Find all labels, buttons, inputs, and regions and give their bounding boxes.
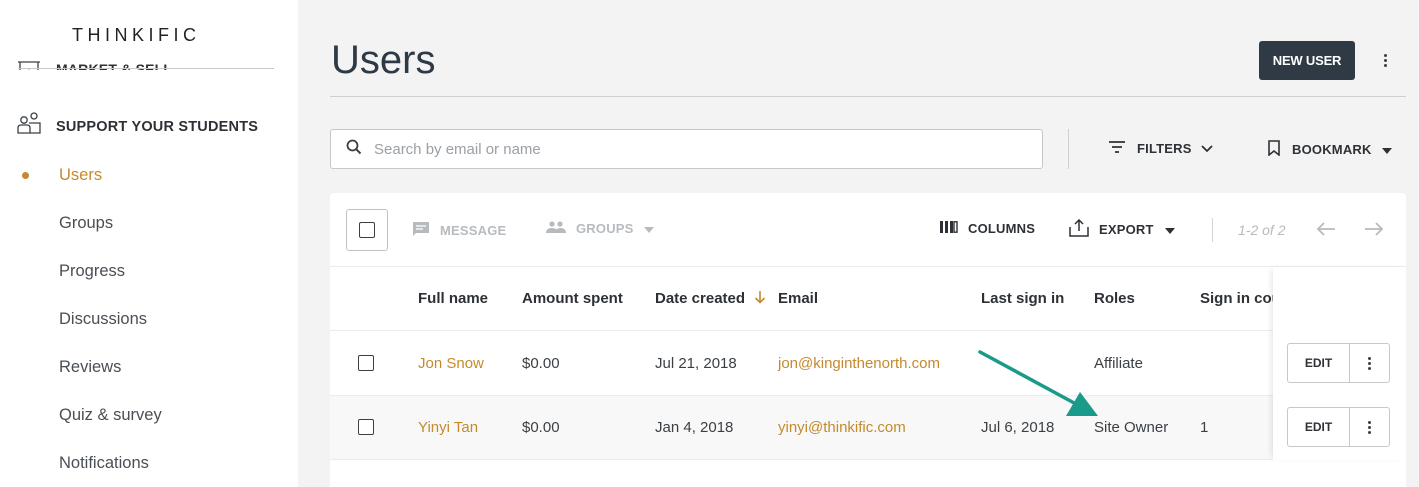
date-created: Jan 4, 2018 bbox=[655, 419, 734, 436]
sidebar-section-support[interactable]: SUPPORT YOUR STUDENTS bbox=[16, 111, 258, 142]
toolbar-divider bbox=[330, 266, 1406, 267]
sidebar-item-users[interactable]: Users bbox=[59, 166, 102, 185]
toolbar-divider bbox=[1068, 129, 1069, 169]
row-checkbox[interactable] bbox=[358, 355, 374, 371]
more-options-icon[interactable] bbox=[1350, 344, 1389, 382]
bookmark-button[interactable]: BOOKMARK bbox=[1267, 140, 1392, 159]
groups-button[interactable]: GROUPS bbox=[546, 221, 654, 236]
users-table-card: MESSAGE GROUPS COLUMNS EXPORT 1-2 of 2 F… bbox=[330, 193, 1406, 487]
new-user-button[interactable]: NEW USER bbox=[1259, 41, 1355, 80]
row-checkbox[interactable] bbox=[358, 419, 374, 435]
pagination-divider bbox=[1212, 218, 1213, 242]
filters-label: FILTERS bbox=[1137, 141, 1192, 156]
sign-in-count: 1 bbox=[1200, 419, 1209, 436]
message-label: MESSAGE bbox=[440, 223, 507, 238]
sidebar-item-discussions[interactable]: Discussions bbox=[59, 310, 147, 329]
sidebar-section-label: SUPPORT YOUR STUDENTS bbox=[56, 118, 259, 135]
sidebar-item-notifications[interactable]: Notifications bbox=[59, 454, 149, 473]
thinkific-logo[interactable]: THINKIFIC bbox=[72, 25, 201, 46]
caret-down-icon bbox=[1381, 142, 1392, 157]
pagination-count: 1-2 of 2 bbox=[1238, 222, 1286, 238]
previous-page-icon[interactable] bbox=[1316, 221, 1336, 242]
column-header-sign-in-count[interactable]: Sign in count bbox=[1200, 290, 1273, 307]
edit-button[interactable]: EDIT bbox=[1288, 408, 1350, 446]
columns-button[interactable]: COLUMNS bbox=[940, 221, 1035, 236]
column-header-full-name[interactable]: Full name bbox=[418, 290, 488, 307]
export-label: EXPORT bbox=[1099, 222, 1154, 237]
filter-icon bbox=[1108, 140, 1126, 157]
user-name-link[interactable]: Yinyi Tan bbox=[418, 419, 478, 436]
students-icon bbox=[16, 111, 42, 142]
caret-down-icon bbox=[643, 221, 654, 236]
column-header-date-created[interactable]: Date created bbox=[655, 290, 766, 308]
message-button[interactable]: MESSAGE bbox=[412, 221, 506, 240]
user-role: Affiliate bbox=[1094, 355, 1143, 372]
column-header-email[interactable]: Email bbox=[778, 290, 818, 307]
sidebar-item-quiz-survey[interactable]: Quiz & survey bbox=[59, 406, 162, 425]
page-title: Users bbox=[331, 38, 436, 82]
caret-down-icon bbox=[1164, 222, 1175, 237]
edit-button[interactable]: EDIT bbox=[1288, 344, 1350, 382]
bookmark-icon bbox=[1267, 140, 1281, 159]
sort-descending-icon bbox=[754, 290, 766, 308]
groups-label: GROUPS bbox=[576, 221, 634, 236]
people-icon bbox=[546, 221, 566, 236]
select-all-checkbox[interactable] bbox=[346, 209, 388, 251]
search-icon bbox=[346, 139, 362, 160]
row-divider bbox=[330, 395, 1273, 396]
more-options-icon[interactable] bbox=[1350, 408, 1389, 446]
row-divider bbox=[330, 459, 1273, 460]
chevron-down-icon bbox=[1200, 141, 1213, 156]
sidebar-item-reviews[interactable]: Reviews bbox=[59, 358, 121, 377]
date-created: Jul 21, 2018 bbox=[655, 355, 737, 372]
message-icon bbox=[412, 221, 430, 240]
row-actions: EDIT bbox=[1287, 407, 1390, 447]
last-sign-in: Jul 6, 2018 bbox=[981, 419, 1055, 436]
search-box bbox=[330, 129, 1043, 169]
bookmark-label: BOOKMARK bbox=[1292, 142, 1372, 157]
sidebar: THINKIFIC MARKET & SELL SUPPORT YOUR STU… bbox=[0, 0, 298, 487]
header-divider bbox=[330, 96, 1406, 97]
user-role: Site Owner bbox=[1094, 419, 1169, 436]
export-icon bbox=[1069, 218, 1089, 240]
export-button[interactable]: EXPORT bbox=[1069, 218, 1175, 240]
filters-button[interactable]: FILTERS bbox=[1108, 140, 1213, 157]
next-page-icon[interactable] bbox=[1364, 221, 1384, 242]
column-header-amount-spent[interactable]: Amount spent bbox=[522, 290, 623, 307]
user-name-link[interactable]: Jon Snow bbox=[418, 355, 484, 372]
user-email-link[interactable]: jon@kinginthenorth.com bbox=[778, 355, 940, 372]
columns-label: COLUMNS bbox=[968, 221, 1036, 236]
user-email-link[interactable]: yinyi@thinkific.com bbox=[778, 419, 906, 436]
search-input[interactable] bbox=[374, 140, 974, 158]
sidebar-item-progress[interactable]: Progress bbox=[59, 262, 125, 281]
row-actions: EDIT bbox=[1287, 343, 1390, 383]
more-options-icon[interactable] bbox=[1375, 50, 1395, 70]
column-header-last-sign-in[interactable]: Last sign in bbox=[981, 290, 1064, 307]
header-row-divider bbox=[330, 330, 1273, 331]
row-actions-column: EDIT EDIT bbox=[1273, 267, 1406, 460]
column-header-roles[interactable]: Roles bbox=[1094, 290, 1135, 307]
logo-divider bbox=[18, 68, 274, 69]
columns-icon bbox=[940, 221, 958, 236]
active-indicator bbox=[22, 172, 29, 179]
amount-spent: $0.00 bbox=[522, 419, 560, 436]
sidebar-item-groups[interactable]: Groups bbox=[59, 214, 113, 233]
amount-spent: $0.00 bbox=[522, 355, 560, 372]
